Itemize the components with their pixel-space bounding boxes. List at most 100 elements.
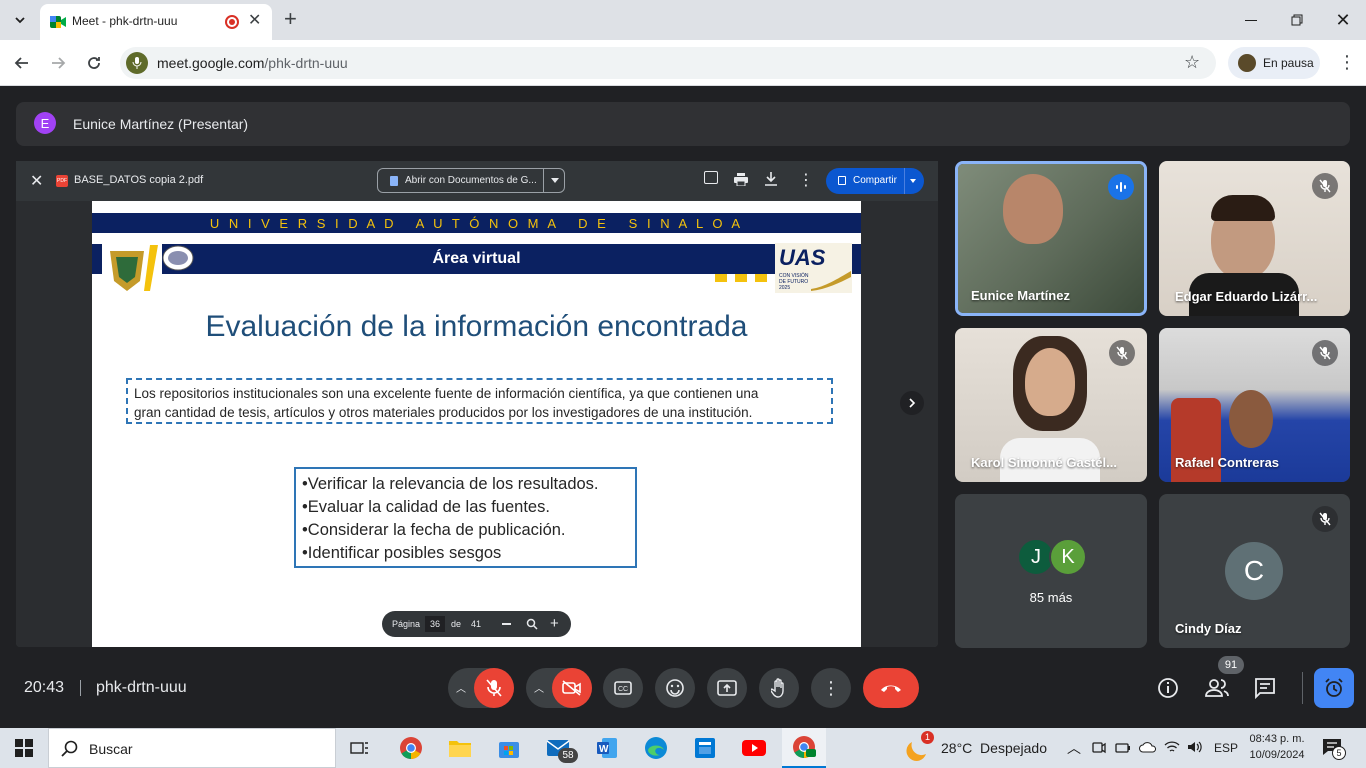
zoom-in-icon[interactable]: + — [550, 615, 559, 632]
restore-button[interactable] — [1274, 0, 1320, 40]
store-icon — [499, 742, 519, 758]
taskbar-app-blue[interactable] — [685, 728, 725, 768]
start-button[interactable] — [4, 728, 44, 768]
taskbar-file-explorer[interactable] — [440, 728, 480, 768]
video-options-chevron-icon[interactable]: ︿ — [534, 680, 544, 695]
speaker-icon[interactable] — [1187, 740, 1203, 754]
microphone-site-icon[interactable] — [126, 52, 148, 74]
tab-search-button[interactable] — [6, 6, 34, 34]
language-indicator[interactable]: ESP — [1214, 741, 1238, 755]
tab-close-icon[interactable]: ✕ — [248, 10, 261, 30]
forward-button[interactable] — [44, 49, 72, 77]
add-comment-icon[interactable] — [704, 171, 718, 184]
people-button[interactable]: 91 — [1204, 656, 1244, 705]
more-participants-tile[interactable]: J K 85 más — [955, 494, 1147, 648]
video-person — [1025, 348, 1075, 416]
taskbar-word[interactable]: W — [587, 728, 627, 768]
participant-tile-karol[interactable]: Karol Simonné Gastél... — [955, 328, 1147, 482]
profile-button[interactable]: En pausa — [1228, 47, 1320, 79]
participant-name: Eunice Martínez — [971, 288, 1070, 303]
info-paragraph-box: Los repositorios institucionales son una… — [126, 378, 833, 424]
mic-toggle-button[interactable] — [474, 668, 514, 708]
weather-widget[interactable]: 1 28°C Despejado — [906, 731, 1047, 767]
more-options-icon[interactable]: ⋮ — [798, 170, 814, 190]
onedrive-cloud-icon[interactable] — [1139, 741, 1157, 753]
more-participants-label: 85 más — [1029, 590, 1073, 605]
wifi-icon[interactable] — [1164, 740, 1180, 754]
taskbar-store[interactable] — [489, 728, 529, 768]
participant-name: Cindy Díaz — [1175, 621, 1242, 636]
arrow-left-icon — [14, 57, 28, 69]
browser-tab-meet[interactable]: Meet - phk-drtn-uuu ✕ — [40, 4, 272, 40]
download-icon[interactable] — [765, 172, 777, 186]
taskbar-chrome-meet-active[interactable] — [782, 728, 826, 768]
address-bar: meet.google.com/phk-drtn-uuu ☆ En pausa … — [0, 40, 1366, 86]
pdf-filename: BASE_DATOS copia 2.pdf — [74, 174, 204, 186]
taskbar-chrome[interactable] — [391, 728, 431, 768]
clock[interactable]: 08:43 p. m. 10/09/2024 — [1245, 731, 1309, 763]
captions-button[interactable]: CC — [603, 668, 643, 708]
reactions-button[interactable] — [655, 668, 695, 708]
uas-shield-logo — [102, 243, 162, 293]
participant-tile-cindy[interactable]: C Cindy Díaz — [1159, 494, 1350, 648]
participant-avatar: K — [1049, 538, 1087, 576]
speaking-indicator-icon — [1108, 174, 1134, 200]
arrow-right-icon — [52, 57, 66, 69]
meeting-info-button[interactable] — [1156, 676, 1180, 705]
audio-options-chevron-icon[interactable]: ︿ — [456, 680, 466, 695]
profile-avatar — [1238, 54, 1256, 72]
svg-text:CC: CC — [618, 686, 628, 693]
page-number-input[interactable]: 36 — [425, 616, 445, 632]
participant-tile-rafael[interactable]: Rafael Contreras — [1159, 328, 1350, 482]
url-field[interactable]: meet.google.com/phk-drtn-uuu ☆ — [120, 47, 1216, 79]
taskbar-youtube[interactable] — [734, 728, 774, 768]
mic-off-icon — [1312, 173, 1338, 199]
chevron-right-icon — [909, 398, 916, 408]
taskbar-search-box[interactable]: Buscar — [48, 728, 336, 768]
share-button[interactable]: Compartir — [826, 168, 924, 194]
people-icon — [1205, 679, 1229, 697]
browser-menu-icon[interactable]: ⋮ — [1338, 52, 1356, 73]
more-options-button[interactable]: ⋮ — [811, 668, 851, 708]
activities-button[interactable] — [1314, 668, 1354, 708]
emoji-icon — [666, 679, 684, 697]
tab-title: Meet - phk-drtn-uuu — [72, 14, 178, 28]
minimize-button[interactable] — [1228, 0, 1274, 40]
new-tab-button[interactable]: + — [284, 6, 297, 32]
print-icon[interactable] — [734, 173, 748, 186]
tray-overflow-icon[interactable]: ︿ — [1067, 738, 1081, 758]
bookmark-star-icon[interactable]: ☆ — [1184, 52, 1200, 73]
task-view-button[interactable] — [340, 728, 380, 768]
caret-down-icon[interactable] — [551, 178, 559, 183]
webcam-tray-icon[interactable] — [1092, 741, 1106, 755]
pdf-file-icon: PDF — [56, 175, 68, 187]
battery-plug-icon[interactable] — [1115, 741, 1131, 755]
participant-name: Edgar Eduardo Lizárr... — [1175, 289, 1318, 304]
reload-button[interactable] — [80, 49, 108, 77]
next-page-button[interactable] — [900, 391, 924, 415]
back-button[interactable] — [8, 49, 36, 77]
close-window-button[interactable]: ✕ — [1320, 0, 1366, 40]
profile-label: En pausa — [1263, 56, 1314, 70]
windows-logo-icon — [15, 739, 33, 757]
leave-call-button[interactable] — [863, 668, 919, 708]
taskbar-edge[interactable] — [636, 728, 676, 768]
participant-tile-eunice[interactable]: Eunice Martínez — [955, 161, 1147, 316]
chat-button[interactable] — [1253, 676, 1277, 705]
raise-hand-button[interactable] — [759, 668, 799, 708]
folder-icon — [449, 741, 471, 757]
video-person — [1229, 390, 1273, 448]
open-with-docs-button[interactable]: Abrir con Documentos de G... — [377, 168, 565, 193]
present-screen-button[interactable] — [707, 668, 747, 708]
close-viewer-icon[interactable]: ✕ — [30, 171, 43, 191]
page-total: 41 — [471, 619, 482, 629]
camera-off-icon — [562, 680, 581, 696]
camera-toggle-button[interactable] — [552, 668, 592, 708]
taskbar-mail[interactable]: 58 — [538, 728, 578, 768]
participant-tile-edgar[interactable]: Edgar Eduardo Lizárr... — [1159, 161, 1350, 316]
pdf-page: U N I V E R S I D A D A U T Ó N O M A D … — [92, 201, 861, 647]
notifications-button[interactable]: 5 — [1322, 738, 1346, 761]
share-caret-icon[interactable] — [910, 179, 916, 183]
zoom-search-icon[interactable] — [526, 618, 538, 630]
zoom-out-icon[interactable] — [502, 623, 511, 625]
